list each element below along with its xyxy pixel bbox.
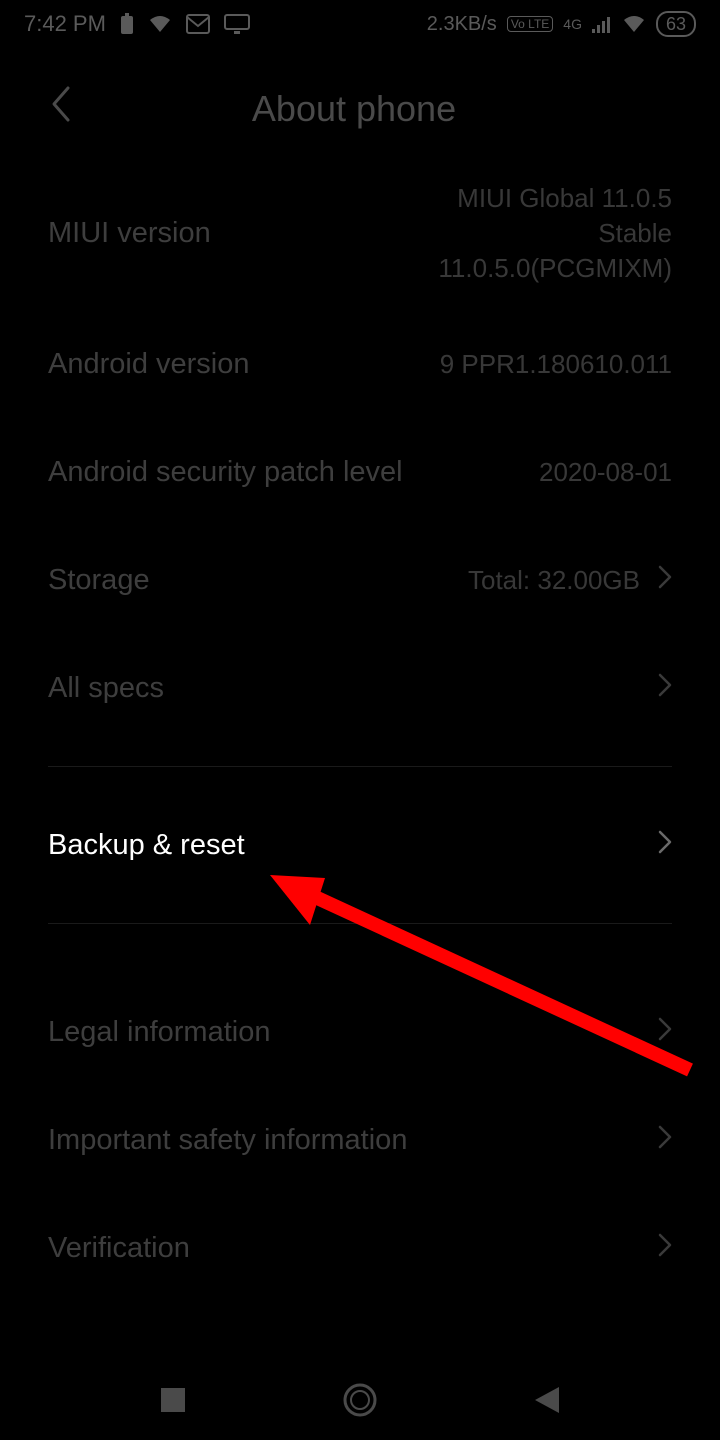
row-label: Important safety information: [48, 1124, 407, 1157]
row-label: Verification: [48, 1232, 190, 1265]
row-label: Android version: [48, 348, 250, 381]
row-value: 2020-08-01: [539, 455, 672, 490]
row-safety-information[interactable]: Important safety information: [48, 1086, 672, 1194]
row-android-version[interactable]: Android version 9 PPR1.180610.011: [48, 310, 672, 418]
nav-recents-button[interactable]: [143, 1370, 203, 1430]
volte-badge: Vo LTE: [507, 16, 553, 32]
row-right: [658, 1124, 672, 1156]
row-label: MIUI version: [48, 217, 211, 250]
signal-bars-icon: [592, 15, 612, 33]
page-title: About phone: [72, 88, 636, 130]
chevron-right-icon: [658, 1016, 672, 1048]
chevron-right-icon: [658, 672, 672, 704]
row-label: Storage: [48, 564, 150, 597]
battery-icon: [120, 13, 134, 35]
status-bar: 7:42 PM 2.3KB/s Vo LTE 4G 63: [0, 0, 720, 48]
chevron-right-icon: [658, 1232, 672, 1264]
row-legal-information[interactable]: Legal information: [48, 978, 672, 1086]
row-right: Total: 32.00GB: [468, 563, 672, 598]
battery-pct-badge: 63: [656, 11, 696, 37]
status-right: 2.3KB/s Vo LTE 4G 63: [427, 11, 696, 37]
settings-list: MIUI version MIUI Global 11.0.5 Stable 1…: [0, 157, 720, 1302]
row-verification[interactable]: Verification: [48, 1194, 672, 1302]
row-label: All specs: [48, 672, 164, 705]
row-right: 9 PPR1.180610.011: [440, 347, 672, 382]
row-right: [658, 1016, 672, 1048]
chevron-right-icon: [658, 829, 672, 861]
divider: [48, 923, 672, 924]
row-backup-reset[interactable]: Backup & reset: [48, 791, 672, 899]
page-header: About phone: [0, 48, 720, 157]
row-right: [658, 672, 672, 704]
row-label: Backup & reset: [48, 829, 245, 862]
row-value: Total: 32.00GB: [468, 563, 640, 598]
wifi-icon-2: [622, 14, 646, 34]
net-speed: 2.3KB/s: [427, 13, 497, 36]
row-right: [658, 1232, 672, 1264]
row-all-specs[interactable]: All specs: [48, 634, 672, 742]
chevron-right-icon: [658, 564, 672, 596]
row-storage[interactable]: Storage Total: 32.00GB: [48, 526, 672, 634]
status-time: 7:42 PM: [24, 11, 106, 37]
row-right: [658, 829, 672, 861]
row-right: MIUI Global 11.0.5 Stable 11.0.5.0(PCGMI…: [438, 181, 672, 286]
nav-home-button[interactable]: [330, 1370, 390, 1430]
row-label: Legal information: [48, 1016, 270, 1049]
wifi-icon: [148, 14, 172, 34]
chevron-right-icon: [658, 1124, 672, 1156]
signal-4g: 4G: [563, 16, 582, 32]
row-value: 9 PPR1.180610.011: [440, 347, 672, 382]
nav-back-button[interactable]: [517, 1370, 577, 1430]
status-left: 7:42 PM: [24, 11, 250, 37]
screen-icon: [224, 14, 250, 34]
row-right: 2020-08-01: [539, 455, 672, 490]
row-value: MIUI Global 11.0.5 Stable 11.0.5.0(PCGMI…: [438, 181, 672, 286]
back-button[interactable]: [48, 84, 72, 133]
row-security-patch[interactable]: Android security patch level 2020-08-01: [48, 418, 672, 526]
row-label: Android security patch level: [48, 456, 403, 489]
mail-icon: [186, 14, 210, 34]
row-miui-version[interactable]: MIUI version MIUI Global 11.0.5 Stable 1…: [48, 157, 672, 310]
nav-bar: [0, 1360, 720, 1440]
divider: [48, 766, 672, 767]
